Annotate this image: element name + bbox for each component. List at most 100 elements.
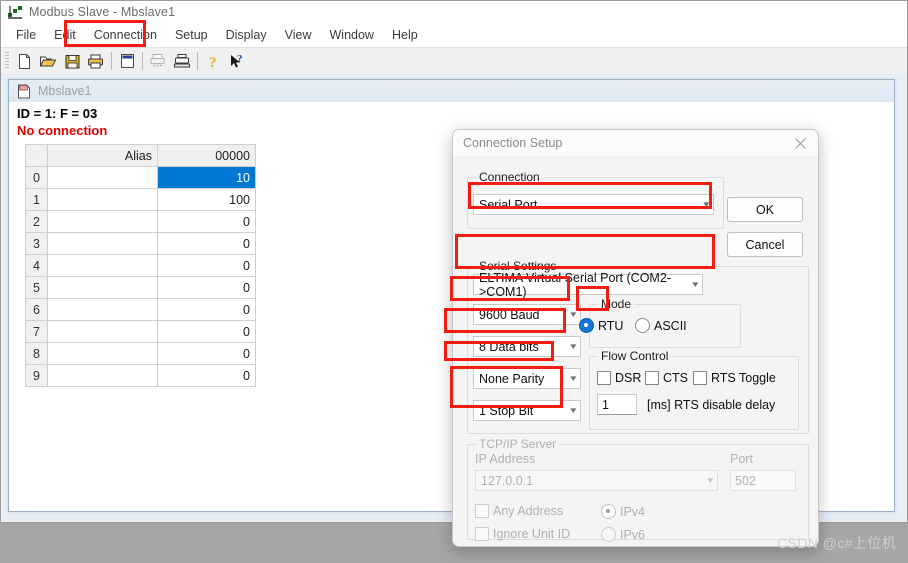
document-doc-icon: DOC	[17, 84, 31, 99]
flow-control-group-label: Flow Control	[598, 349, 672, 363]
row-index: 6	[25, 298, 48, 321]
radio-dot-icon	[635, 318, 650, 333]
ip-address-label: IP Address	[475, 452, 536, 466]
serial-port-combo[interactable]: ELTIMA Virtual Serial Port (COM2->COM1) …	[473, 271, 703, 299]
table-row: 9 0	[25, 364, 256, 387]
baud-rate-combo[interactable]: 9600 Baud ▾	[473, 304, 581, 325]
table-row: 8 0	[25, 342, 256, 365]
ignore-unit-id-checkbox: Ignore Unit ID	[475, 527, 570, 541]
row-alias[interactable]	[47, 364, 158, 387]
mdi-child-title: Mbslave1	[38, 84, 92, 98]
menu-help[interactable]: Help	[383, 26, 427, 44]
baud-rate-value: 9600 Baud	[479, 307, 540, 322]
row-index: 3	[25, 232, 48, 255]
table-header-row: Alias 00000	[25, 144, 256, 167]
ip-address-combo: 127.0.0.1 ▾	[475, 470, 718, 491]
row-value[interactable]: 0	[157, 276, 256, 299]
window-title: Modbus Slave - Mbslave1	[29, 5, 176, 19]
row-value[interactable]: 0	[157, 254, 256, 277]
row-alias[interactable]	[47, 298, 158, 321]
row-value[interactable]: 0	[157, 364, 256, 387]
row-value[interactable]: 0	[157, 210, 256, 233]
flow-control-cts-label: CTS	[663, 371, 688, 385]
help-question-icon[interactable]: ?	[201, 50, 225, 72]
row-alias[interactable]	[47, 188, 158, 211]
menu-edit[interactable]: Edit	[45, 26, 85, 44]
printer-setup-icon[interactable]	[170, 50, 194, 72]
toolbar-grip[interactable]	[5, 52, 9, 70]
connection-type-value: Serial Port	[479, 197, 538, 212]
row-value[interactable]: 100	[157, 188, 256, 211]
flow-control-rts-toggle-checkbox[interactable]: RTS Toggle	[693, 371, 776, 385]
menu-view[interactable]: View	[276, 26, 321, 44]
dialog-body: Connection Serial Port ▾ OK Cancel Seria…	[453, 156, 818, 546]
svg-text:?: ?	[209, 55, 217, 70]
stop-bits-value: 1 Stop Bit	[479, 403, 534, 418]
header-address[interactable]: 00000	[157, 144, 256, 167]
row-alias[interactable]	[47, 166, 158, 189]
row-value[interactable]: 0	[157, 232, 256, 255]
chevron-down-icon: ▾	[707, 475, 714, 485]
connection-group-label: Connection	[476, 170, 543, 184]
row-alias[interactable]	[47, 276, 158, 299]
toolbar-separator	[142, 52, 143, 70]
menu-display[interactable]: Display	[217, 26, 276, 44]
window-icon[interactable]	[115, 50, 139, 72]
mdi-child-titlebar: DOC Mbslave1	[9, 80, 894, 102]
close-x-icon[interactable]	[782, 130, 818, 156]
ok-button-label: OK	[755, 202, 775, 217]
rts-disable-delay-input[interactable]: 1	[597, 394, 637, 415]
row-alias[interactable]	[47, 232, 158, 255]
menu-window[interactable]: Window	[321, 26, 383, 44]
checkbox-box-icon	[597, 371, 611, 385]
row-alias[interactable]	[47, 342, 158, 365]
row-index: 2	[25, 210, 48, 233]
help-cursor-icon[interactable]: ?	[225, 50, 249, 72]
data-bits-combo[interactable]: 8 Data bits ▾	[473, 336, 581, 357]
chevron-down-icon: ▾	[570, 309, 577, 319]
row-alias[interactable]	[47, 254, 158, 277]
svg-text:?: ?	[237, 53, 243, 65]
row-alias[interactable]	[47, 320, 158, 343]
connection-setup-dialog: Connection Setup Connection Serial Port …	[452, 129, 819, 547]
chevron-down-icon: ▾	[703, 199, 710, 209]
save-disk-icon[interactable]	[60, 50, 84, 72]
stop-bits-combo[interactable]: 1 Stop Bit ▾	[473, 400, 581, 421]
row-value[interactable]: 10	[157, 166, 256, 189]
port-label: Port	[730, 452, 753, 466]
ip-address-value: 127.0.0.1	[481, 473, 534, 488]
chevron-down-icon: ▾	[570, 341, 577, 351]
checkbox-box-icon	[645, 371, 659, 385]
radio-dot-icon	[579, 318, 594, 333]
open-folder-icon[interactable]	[36, 50, 60, 72]
row-value[interactable]: 0	[157, 298, 256, 321]
print-preview-icon	[146, 50, 170, 72]
mode-radio-ascii[interactable]: ASCII	[635, 318, 687, 333]
ok-button[interactable]: OK	[727, 197, 803, 222]
row-alias[interactable]	[47, 210, 158, 233]
connection-type-combo[interactable]: Serial Port ▾	[473, 194, 714, 215]
any-address-label: Any Address	[493, 504, 564, 518]
ipv6-label: IPv6	[620, 527, 646, 542]
new-document-icon[interactable]	[12, 50, 36, 72]
cancel-button-label: Cancel	[745, 237, 785, 252]
any-address-checkbox: Any Address	[475, 504, 563, 518]
parity-combo[interactable]: None Parity ▾	[473, 368, 581, 389]
menu-file[interactable]: File	[7, 26, 45, 44]
mode-radio-rtu[interactable]: RTU	[579, 318, 623, 333]
print-icon[interactable]	[84, 50, 108, 72]
menu-setup[interactable]: Setup	[166, 26, 217, 44]
row-index: 9	[25, 364, 48, 387]
row-value[interactable]: 0	[157, 342, 256, 365]
parity-value: None Parity	[479, 371, 545, 386]
mode-group-label: Mode	[598, 297, 635, 311]
flow-control-dsr-checkbox[interactable]: DSR	[597, 371, 641, 385]
mode-radio-rtu-label: RTU	[598, 318, 624, 333]
flow-control-cts-checkbox[interactable]: CTS	[645, 371, 688, 385]
row-value[interactable]: 0	[157, 320, 256, 343]
cancel-button[interactable]: Cancel	[727, 232, 803, 257]
toolbar-separator	[197, 52, 198, 70]
toolbar: ? ?	[1, 48, 907, 75]
rts-disable-delay-value: 1	[602, 397, 609, 412]
menu-connection[interactable]: Connection	[85, 26, 166, 44]
